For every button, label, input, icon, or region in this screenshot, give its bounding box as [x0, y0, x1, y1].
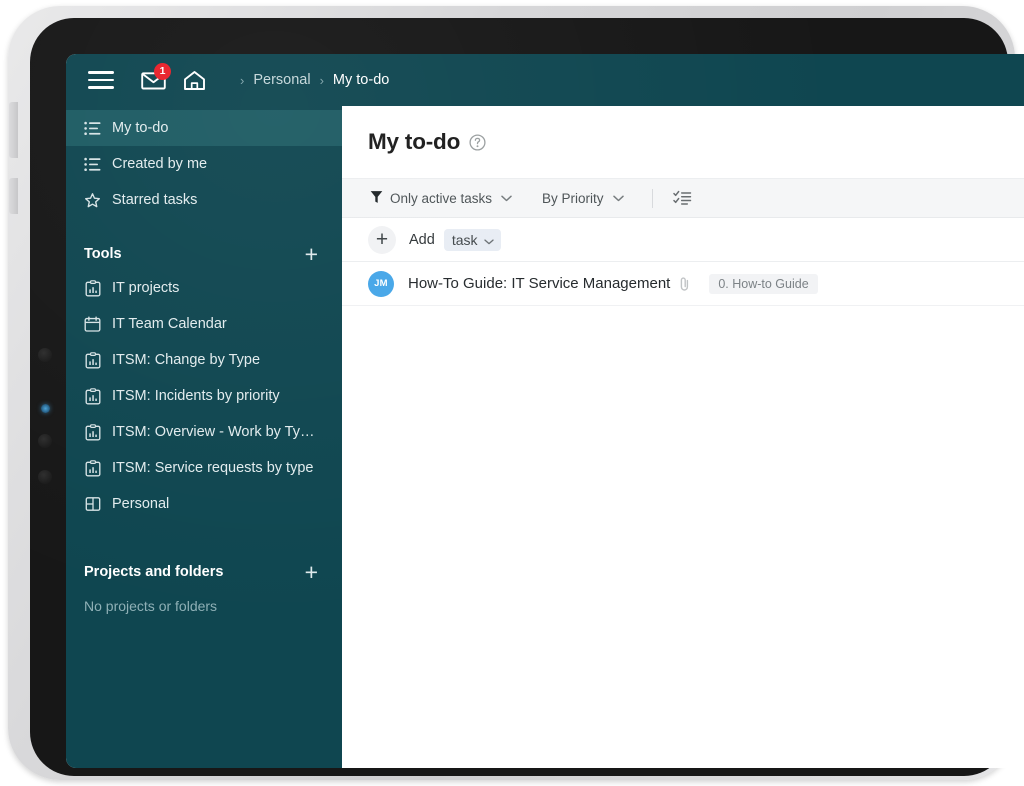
add-task-row[interactable]: + Add task — [342, 218, 1024, 262]
sidebar-item-label: Personal — [112, 496, 170, 512]
sidebar-item-label: ITSM: Overview - Work by Ty… — [112, 424, 315, 440]
task-title[interactable]: How-To Guide: IT Service Management — [408, 275, 670, 292]
app-screen: 1 › Personal › My to-do My to-do Created… — [66, 54, 1024, 768]
sidebar-item-itsm-change-by-type[interactable]: ITSM: Change by Type — [66, 342, 342, 378]
mail-unread-badge: 1 — [154, 63, 171, 80]
section-title: Tools — [84, 246, 122, 262]
question-circle-icon[interactable] — [469, 133, 486, 151]
breadcrumb-separator: › — [319, 72, 324, 88]
clipboard-chart-icon — [84, 387, 101, 405]
filter-toolbar: Only active tasks By Priority — [342, 178, 1024, 218]
breadcrumb-separator: › — [240, 72, 245, 88]
sidebar-item-label: ITSM: Service requests by type — [112, 460, 314, 476]
list-icon — [84, 156, 101, 173]
add-tool-button[interactable]: + — [303, 242, 320, 266]
chevron-down-icon — [612, 195, 624, 202]
sort-by-priority-dropdown[interactable]: By Priority — [540, 187, 626, 210]
clipboard-chart-icon — [84, 279, 101, 297]
sidebar-item-label: ITSM: Change by Type — [112, 352, 261, 368]
filter-label: Only active tasks — [390, 190, 493, 206]
hamburger-menu-icon[interactable] — [84, 65, 118, 95]
tablet-device-frame: 1 › Personal › My to-do My to-do Created… — [8, 6, 1024, 780]
device-status-led — [41, 404, 50, 413]
plus-icon[interactable]: + — [368, 225, 396, 254]
breadcrumb: › Personal › My to-do — [231, 72, 389, 88]
sidebar-item-label: My to-do — [112, 120, 169, 136]
page-title: My to-do — [368, 129, 461, 154]
add-project-button[interactable]: + — [303, 560, 320, 584]
breadcrumb-item-personal[interactable]: Personal — [253, 72, 310, 88]
paperclip-icon[interactable] — [679, 276, 690, 292]
sidebar-item-label: IT Team Calendar — [112, 316, 227, 332]
main-content: My to-do Only active tasks By Priority +… — [342, 106, 1024, 768]
sort-label: By Priority — [542, 190, 604, 206]
home-icon[interactable] — [177, 63, 211, 97]
toolbar-divider — [651, 188, 653, 208]
sidebar-item-it-team-calendar[interactable]: IT Team Calendar — [66, 306, 342, 342]
clipboard-chart-icon — [84, 423, 101, 441]
task-type-dropdown[interactable]: task — [443, 228, 501, 251]
sidebar-item-itsm-service-requests-by-type[interactable]: ITSM: Service requests by type — [66, 450, 342, 486]
filter-active-tasks-dropdown[interactable]: Only active tasks — [368, 186, 514, 211]
page-header: My to-do — [342, 106, 1024, 178]
chevron-down-icon — [483, 232, 494, 248]
sidebar-item-personal[interactable]: Personal — [66, 486, 342, 522]
sidebar-item-label: Created by me — [112, 156, 208, 172]
calendar-icon — [84, 316, 101, 333]
sidebar-item-label: ITSM: Incidents by priority — [112, 388, 280, 404]
add-label[interactable]: Add — [409, 232, 435, 248]
chevron-down-icon — [501, 195, 512, 202]
sidebar-item-my-to-do[interactable]: My to-do — [66, 110, 342, 146]
sidebar-item-itsm-incidents-by-priority[interactable]: ITSM: Incidents by priority — [66, 378, 342, 414]
table-row[interactable]: JM How-To Guide: IT Service Management 0… — [342, 262, 1024, 306]
section-title: Projects and folders — [84, 564, 224, 580]
projects-empty-message: No projects or folders — [84, 598, 218, 614]
list-icon — [84, 120, 101, 137]
device-bezel: 1 › Personal › My to-do My to-do Created… — [30, 18, 1024, 776]
sidebar-section-projects-header: Projects and folders + — [66, 556, 342, 588]
device-sensor-dot — [38, 348, 52, 362]
device-sensor-dot — [38, 434, 52, 448]
avatar[interactable]: JM — [368, 270, 394, 297]
sidebar-item-itsm-overview-work-by-type[interactable]: ITSM: Overview - Work by Ty… — [66, 414, 342, 450]
sidebar-item-label: IT projects — [112, 280, 180, 296]
breadcrumb-item-my-to-do[interactable]: My to-do — [333, 72, 389, 88]
sidebar-item-it-projects[interactable]: IT projects — [66, 270, 342, 306]
sidebar-section-tools-header: Tools + — [66, 238, 342, 270]
layout-panels-icon — [84, 496, 101, 513]
funnel-icon — [370, 190, 383, 207]
sidebar-item-created-by-me[interactable]: Created by me — [66, 146, 342, 182]
device-power-button[interactable] — [9, 178, 18, 214]
task-type-label: task — [451, 231, 478, 248]
clipboard-chart-icon — [84, 351, 101, 369]
sidebar-item-starred-tasks[interactable]: Starred tasks — [66, 182, 342, 218]
device-sensor-dot — [38, 470, 52, 484]
envelope-icon[interactable]: 1 — [136, 63, 171, 97]
sidebar-item-label: Starred tasks — [112, 192, 198, 208]
device-volume-button[interactable] — [9, 102, 18, 158]
status-badge[interactable]: 0. How-to Guide — [709, 273, 818, 294]
star-icon — [84, 192, 101, 209]
clipboard-chart-icon — [84, 459, 101, 477]
app-topbar: 1 › Personal › My to-do — [66, 54, 1024, 106]
sidebar: My to-do Created by me Starred tasks Too… — [66, 106, 342, 768]
checklist-view-icon[interactable] — [672, 190, 692, 206]
